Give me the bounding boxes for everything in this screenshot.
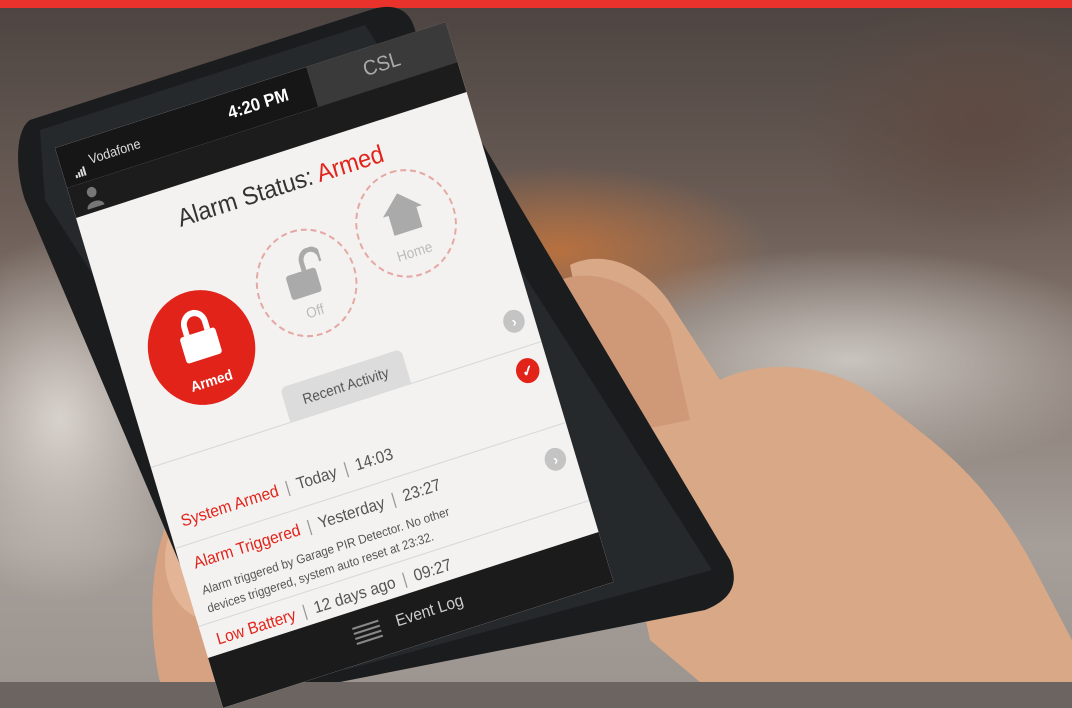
off-mode-button[interactable]: Off <box>242 215 371 351</box>
event-log-link[interactable]: Event Log <box>394 592 466 632</box>
unlock-icon <box>286 246 324 300</box>
check-icon[interactable]: ✓ <box>512 355 543 387</box>
armed-mode-button[interactable]: Armed <box>133 276 270 419</box>
tab-recent-activity[interactable]: Recent Activity <box>280 349 412 422</box>
house-icon <box>382 193 423 236</box>
user-icon[interactable] <box>79 182 106 211</box>
menu-icon <box>352 619 384 648</box>
armed-label: Armed <box>188 365 235 396</box>
activity-time: 14:03 <box>352 445 396 475</box>
activity-day: Today <box>294 463 340 494</box>
signal-icon <box>71 156 87 179</box>
activity-time: 23:27 <box>400 476 443 506</box>
padlock-icon <box>180 309 222 364</box>
carrier-label: Vodafone <box>86 135 143 167</box>
home-label: Home <box>394 237 435 266</box>
chevron-right-icon[interactable]: › <box>500 307 528 336</box>
activity-title: System Armed <box>179 482 281 531</box>
